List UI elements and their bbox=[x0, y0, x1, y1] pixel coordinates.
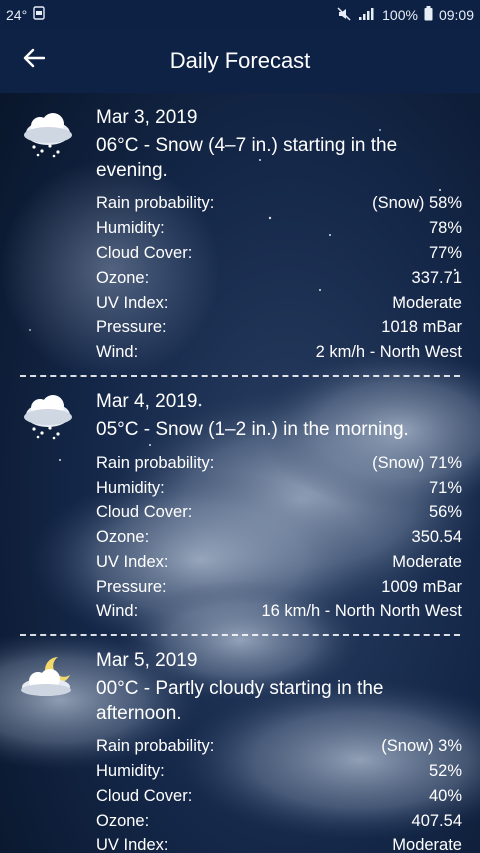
detail-row-ozone: Ozone: 337.71 bbox=[96, 269, 462, 294]
detail-label: Wind: bbox=[96, 602, 139, 620]
detail-value: 16 km/h - North North West bbox=[261, 602, 462, 620]
detail-row-pressure: Pressure: 1009 mBar bbox=[96, 578, 462, 603]
detail-row-uv-index: UV Index: Moderate bbox=[96, 836, 462, 853]
detail-row-uv-index: UV Index: Moderate bbox=[96, 553, 462, 578]
forecast-date: Mar 5, 2019 bbox=[96, 650, 198, 671]
snow-cloud-icon bbox=[20, 393, 76, 441]
detail-row-pressure: Pressure: 1018 mBar bbox=[96, 318, 462, 343]
day-divider bbox=[20, 634, 460, 636]
detail-label: Humidity: bbox=[96, 762, 165, 780]
detail-label: Rain probability: bbox=[96, 454, 215, 472]
forecast-summary: 06°C - Snow (4–7 in.) starting in the ev… bbox=[96, 135, 398, 181]
detail-row-rain: Rain probability: (Snow) 58% bbox=[96, 194, 462, 219]
detail-value: Moderate bbox=[392, 294, 462, 312]
detail-label: Cloud Cover: bbox=[96, 244, 193, 262]
detail-label: Wind: bbox=[96, 343, 139, 361]
detail-row-wind: Wind: 2 km/h - North West bbox=[96, 343, 462, 368]
notification-icon bbox=[33, 6, 45, 23]
detail-label: Pressure: bbox=[96, 318, 167, 336]
forecast-summary: 05°C - Snow (1–2 in.) in the morning. bbox=[96, 419, 409, 440]
detail-row-ozone: Ozone: 407.54 bbox=[96, 812, 462, 837]
detail-row-cloud-cover: Cloud Cover: 40% bbox=[96, 787, 462, 812]
detail-label: Cloud Cover: bbox=[96, 787, 193, 805]
detail-label: Rain probability: bbox=[96, 194, 215, 212]
app-bar: Daily Forecast bbox=[0, 28, 480, 93]
detail-value: 52% bbox=[428, 762, 462, 780]
battery-icon bbox=[424, 6, 433, 24]
detail-value: 78% bbox=[428, 219, 462, 237]
detail-value: (Snow) 3% bbox=[381, 737, 462, 755]
detail-label: Humidity: bbox=[96, 219, 165, 237]
detail-label: Ozone: bbox=[96, 812, 150, 830]
detail-label: Pressure: bbox=[96, 578, 167, 596]
detail-row-rain: Rain probability: (Snow) 3% bbox=[96, 737, 462, 762]
detail-label: Cloud Cover: bbox=[96, 503, 193, 521]
battery-percent: 100% bbox=[382, 7, 418, 23]
detail-row-humidity: Humidity: 52% bbox=[96, 762, 462, 787]
status-bar: 24° 100% 09:09 bbox=[0, 0, 480, 28]
status-time: 09:09 bbox=[438, 7, 474, 23]
detail-label: UV Index: bbox=[96, 553, 169, 571]
partly-cloudy-night-icon bbox=[20, 653, 76, 701]
detail-label: UV Index: bbox=[96, 836, 169, 853]
detail-label: Ozone: bbox=[96, 528, 150, 546]
forecast-date: Mar 3, 2019 bbox=[96, 107, 198, 128]
detail-value: 2 km/h - North West bbox=[315, 343, 462, 361]
detail-value: Moderate bbox=[392, 553, 462, 571]
page-title: Daily Forecast bbox=[169, 48, 311, 73]
detail-value: 1018 mBar bbox=[381, 318, 462, 336]
detail-value: 407.54 bbox=[411, 812, 462, 830]
detail-value: (Snow) 71% bbox=[372, 454, 462, 472]
detail-value: 40% bbox=[428, 787, 462, 805]
detail-value: 77% bbox=[428, 244, 462, 262]
detail-row-humidity: Humidity: 71% bbox=[96, 479, 462, 504]
signal-icon bbox=[358, 7, 376, 24]
snow-cloud-icon bbox=[20, 111, 76, 159]
detail-label: Humidity: bbox=[96, 479, 165, 497]
detail-row-rain: Rain probability: (Snow) 71% bbox=[96, 454, 462, 479]
detail-row-cloud-cover: Cloud Cover: 77% bbox=[96, 244, 462, 269]
detail-value: 337.71 bbox=[411, 269, 462, 287]
forecast-date: Mar 4, 2019 bbox=[96, 391, 198, 412]
day-divider bbox=[20, 375, 460, 377]
detail-value: 350.54 bbox=[411, 528, 462, 546]
detail-row-humidity: Humidity: 78% bbox=[96, 219, 462, 244]
detail-label: UV Index: bbox=[96, 294, 169, 312]
detail-label: Ozone: bbox=[96, 269, 150, 287]
detail-row-ozone: Ozone: 350.54 bbox=[96, 528, 462, 553]
detail-row-uv-index: UV Index: Moderate bbox=[96, 294, 462, 319]
forecast-summary: 00°C - Partly cloudy starting in the aft… bbox=[96, 678, 384, 724]
mute-icon bbox=[336, 6, 352, 24]
detail-label: Rain probability: bbox=[96, 737, 215, 755]
detail-value: 56% bbox=[428, 503, 462, 521]
detail-row-wind: Wind: 16 km/h - North North West bbox=[96, 602, 462, 627]
status-temperature: 24° bbox=[6, 6, 28, 23]
detail-value: Moderate bbox=[392, 836, 462, 853]
detail-value: 1009 mBar bbox=[381, 578, 462, 596]
detail-row-cloud-cover: Cloud Cover: 56% bbox=[96, 503, 462, 528]
detail-value: (Snow) 58% bbox=[372, 194, 462, 212]
detail-value: 71% bbox=[428, 479, 462, 497]
